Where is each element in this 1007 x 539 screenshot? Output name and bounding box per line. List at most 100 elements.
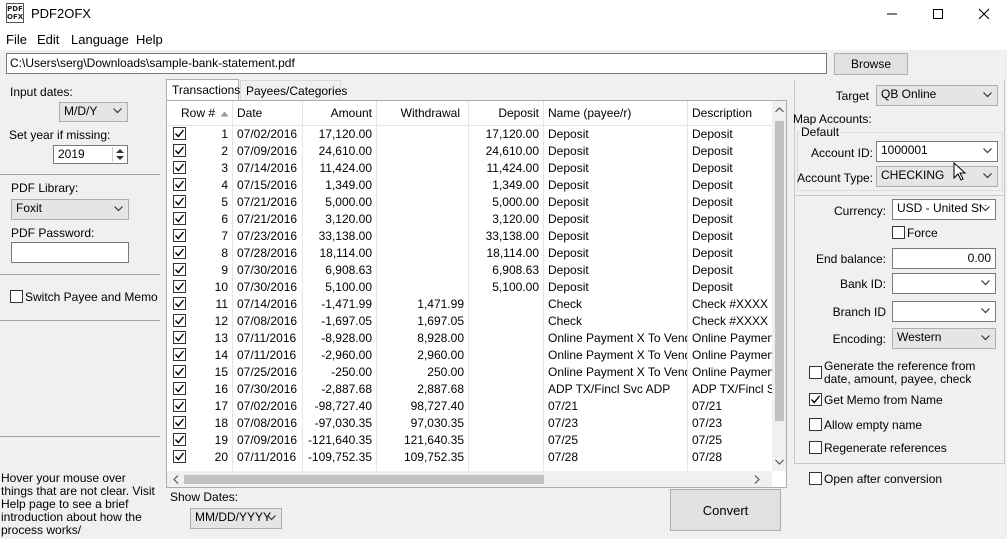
row-select-checkbox[interactable] xyxy=(173,212,186,226)
column-header-name[interactable]: Name (payee/r) xyxy=(544,101,688,126)
table-row[interactable]: 11 07/14/2016 -1,471.99 1,471.99 Check Check … xyxy=(167,296,772,313)
row-select-checkbox[interactable] xyxy=(173,127,186,141)
tab-payees-categories[interactable]: Payees/Categories xyxy=(240,80,347,101)
table-row[interactable]: 13 07/11/2016 -8,928.00 8,928.00 Online Paym… xyxy=(167,330,772,347)
currency-select[interactable]: USD - United Sta xyxy=(892,199,996,220)
cell-name: Online Payment X To Vendor xyxy=(544,330,688,347)
table-row[interactable]: 15 07/25/2016 -250.00 250.00 Online Payment … xyxy=(167,364,772,381)
show-dates-select[interactable]: MM/DD/YYYY xyxy=(190,508,282,529)
cell-date: 07/08/2016 xyxy=(233,415,303,432)
vertical-scroll-thumb[interactable] xyxy=(775,121,784,421)
row-select-checkbox[interactable] xyxy=(173,161,186,175)
cell-withdrawal xyxy=(377,211,469,228)
open-after-conversion-checkbox[interactable] xyxy=(809,472,822,485)
allow-empty-name-checkbox[interactable] xyxy=(809,418,822,431)
encoding-select[interactable]: Western xyxy=(892,328,996,349)
row-select-checkbox[interactable] xyxy=(173,331,186,345)
table-row[interactable]: 4 07/15/2016 1,349.00 1,349.00 Deposit Deposi… xyxy=(167,177,772,194)
cell-amount: -1,471.99 xyxy=(303,296,377,313)
vertical-scrollbar[interactable] xyxy=(772,101,786,471)
row-select-checkbox[interactable] xyxy=(173,280,186,294)
regenerate-references-checkbox[interactable] xyxy=(809,441,822,454)
get-memo-checkbox[interactable] xyxy=(809,393,822,406)
row-select-checkbox[interactable] xyxy=(173,450,186,464)
column-header-row[interactable]: Row # xyxy=(167,101,233,126)
row-select-checkbox[interactable] xyxy=(173,348,186,362)
cell-description: Deposit xyxy=(692,263,733,277)
cell-deposit xyxy=(469,330,544,347)
end-balance-input[interactable]: 0.00 xyxy=(892,248,996,269)
row-select-checkbox[interactable] xyxy=(173,178,186,192)
table-row[interactable]: 20 07/11/2016 -109,752.35 109,752.35 07/28 07… xyxy=(167,449,772,466)
table-row[interactable]: 9 07/30/2016 6,908.63 6,908.63 Deposit Deposi… xyxy=(167,262,772,279)
cell-amount: -1,697.05 xyxy=(303,313,377,330)
file-path-input[interactable]: C:\Users\serg\Downloads\sample-bank-stat… xyxy=(6,53,827,74)
target-select[interactable]: QB Online xyxy=(876,85,998,106)
table-row[interactable]: 16 07/30/2016 -2,887.68 2,887.68 ADP TX/Finc… xyxy=(167,381,772,398)
year-stepper[interactable]: 2019 xyxy=(53,145,128,164)
chevron-down-icon xyxy=(983,172,992,178)
minimize-button[interactable] xyxy=(869,0,915,28)
table-row[interactable]: 3 07/14/2016 11,424.00 11,424.00 Deposit Depo… xyxy=(167,160,772,177)
column-header-deposit[interactable]: Deposit xyxy=(469,101,544,126)
column-row-label: Row # xyxy=(181,106,216,120)
row-select-checkbox[interactable] xyxy=(173,229,186,243)
generate-reference-checkbox[interactable] xyxy=(809,366,822,379)
row-select-checkbox[interactable] xyxy=(173,314,186,328)
maximize-button[interactable] xyxy=(915,0,961,28)
horizontal-scroll-thumb[interactable] xyxy=(184,475,544,484)
table-row[interactable]: 1 07/02/2016 17,120.00 17,120.00 Deposit Depo… xyxy=(167,126,772,143)
branch-id-combobox[interactable] xyxy=(892,301,996,322)
table-row[interactable]: 14 07/11/2016 -2,960.00 2,960.00 Online Paym… xyxy=(167,347,772,364)
row-select-checkbox[interactable] xyxy=(173,416,186,430)
input-dates-select[interactable]: M/D/Y xyxy=(59,102,128,122)
table-row[interactable]: 8 07/28/2016 18,114.00 18,114.00 Deposit Depo… xyxy=(167,245,772,262)
column-header-description[interactable]: Description xyxy=(688,101,772,126)
row-select-checkbox[interactable] xyxy=(173,297,186,311)
convert-button[interactable]: Convert xyxy=(670,489,781,531)
tab-transactions[interactable]: Transactions xyxy=(166,79,240,101)
force-checkbox[interactable] xyxy=(892,226,905,239)
table-row[interactable]: 18 07/08/2016 -97,030.35 97,030.35 07/23 07/2… xyxy=(167,415,772,432)
bank-id-combobox[interactable] xyxy=(892,273,996,294)
row-select-checkbox[interactable] xyxy=(173,365,186,379)
row-select-checkbox[interactable] xyxy=(173,399,186,413)
column-header-date[interactable]: Date xyxy=(233,101,303,126)
browse-button[interactable]: Browse xyxy=(834,53,908,75)
cell-description: Deposit xyxy=(692,178,733,192)
cell-name: Deposit xyxy=(544,194,688,211)
menu-edit[interactable]: Edit xyxy=(37,32,59,47)
table-row[interactable]: 6 07/21/2016 3,120.00 3,120.00 Deposit Deposi… xyxy=(167,211,772,228)
table-row[interactable]: 12 07/08/2016 -1,697.05 1,697.05 Check Check … xyxy=(167,313,772,330)
row-number: 13 xyxy=(214,331,228,345)
pdf-library-select[interactable]: Foxit xyxy=(11,199,129,220)
sort-ascending-icon xyxy=(220,111,229,117)
table-row[interactable]: 17 07/02/2016 -98,727.40 98,727.40 07/21 07/2… xyxy=(167,398,772,415)
column-header-withdrawal[interactable]: Withdrawal xyxy=(377,101,469,126)
row-select-checkbox[interactable] xyxy=(173,144,186,158)
cell-description: 07/23 xyxy=(692,416,723,430)
table-row[interactable]: 7 07/23/2016 33,138.00 33,138.00 Deposit Depo… xyxy=(167,228,772,245)
menu-file[interactable]: File xyxy=(6,32,27,47)
table-row[interactable]: 10 07/30/2016 5,100.00 5,100.00 Deposit Depos… xyxy=(167,279,772,296)
account-type-select[interactable]: CHECKING xyxy=(876,166,998,187)
account-id-combobox[interactable]: 1000001 xyxy=(876,141,998,162)
horizontal-scrollbar[interactable] xyxy=(167,471,772,487)
row-select-checkbox[interactable] xyxy=(173,263,186,277)
pdf-password-input[interactable] xyxy=(11,242,129,263)
table-row[interactable]: 19 07/09/2016 -121,640.35 121,640.35 07/25 07… xyxy=(167,432,772,449)
menu-help[interactable]: Help xyxy=(136,32,163,47)
row-select-checkbox[interactable] xyxy=(173,433,186,447)
row-select-checkbox[interactable] xyxy=(173,246,186,260)
year-stepper-buttons[interactable] xyxy=(112,147,126,162)
close-button[interactable] xyxy=(961,0,1007,28)
scroll-up-icon xyxy=(775,107,784,113)
column-header-amount[interactable]: Amount xyxy=(303,101,377,126)
table-row[interactable]: 2 07/09/2016 24,610.00 24,610.00 Deposit Depo… xyxy=(167,143,772,160)
row-select-checkbox[interactable] xyxy=(173,195,186,209)
menu-language[interactable]: Language xyxy=(71,32,129,47)
row-select-checkbox[interactable] xyxy=(173,382,186,396)
cell-deposit xyxy=(469,347,544,364)
table-row[interactable]: 5 07/21/2016 5,000.00 5,000.00 Deposit Deposi… xyxy=(167,194,772,211)
switch-payee-memo-checkbox[interactable] xyxy=(10,290,23,303)
